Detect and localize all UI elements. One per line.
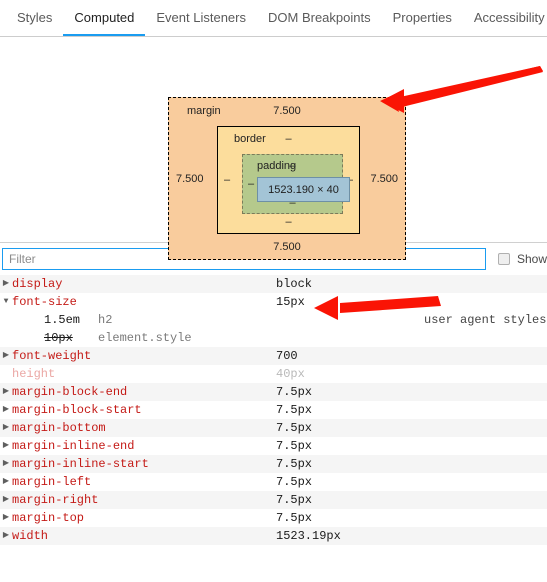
checkbox-icon[interactable] [498, 253, 510, 265]
property-value[interactable]: 700 [276, 349, 298, 363]
box-model-border-left[interactable]: – [224, 174, 230, 186]
property-row-margin-block-end[interactable]: ▶ margin-block-end 7.5px [0, 383, 547, 401]
property-row-margin-right[interactable]: ▶ margin-right 7.5px [0, 491, 547, 509]
chevron-right-icon[interactable]: ▶ [0, 532, 12, 540]
box-model-border-bottom[interactable]: – [218, 216, 359, 228]
box-model-padding-top[interactable]: – [243, 160, 342, 172]
property-row-font-weight[interactable]: ▶ font-weight 700 [0, 347, 547, 365]
property-name: margin-block-end [12, 385, 128, 399]
chevron-right-icon[interactable]: ▶ [0, 460, 12, 468]
property-name: height [12, 367, 56, 381]
box-model-border-top[interactable]: – [218, 133, 359, 145]
property-name: margin-inline-start [12, 457, 149, 471]
tab-computed[interactable]: Computed [63, 0, 146, 36]
box-model-border-region[interactable]: border – – – – padding – – – – 1523.190 … [217, 126, 360, 234]
property-row-margin-left[interactable]: ▶ margin-left 7.5px [0, 473, 547, 491]
tab-label: Styles [17, 9, 53, 25]
property-row-height[interactable]: height 40px [0, 365, 547, 383]
chevron-right-icon[interactable]: ▶ [0, 424, 12, 432]
tab-label: Event Listeners [156, 9, 246, 25]
chevron-placeholder-icon [0, 370, 12, 378]
property-value[interactable]: 7.5px [276, 475, 312, 489]
tab-styles[interactable]: Styles [6, 0, 63, 36]
box-model-margin-right[interactable]: 7.500 [370, 173, 398, 185]
property-value[interactable]: 7.5px [276, 493, 312, 507]
property-name: width [12, 529, 49, 543]
property-row-margin-block-start[interactable]: ▶ margin-block-start 7.5px [0, 401, 547, 419]
devtools-tab-bar: Styles Computed Event Listeners DOM Brea… [0, 0, 547, 37]
property-name: margin-top [12, 511, 85, 525]
property-name: margin-left [12, 475, 92, 489]
property-value[interactable]: 7.5px [276, 457, 312, 471]
property-value[interactable]: 7.5px [276, 421, 312, 435]
property-name: margin-inline-end [12, 439, 135, 453]
tab-properties[interactable]: Properties [382, 0, 463, 36]
font-size-trace-row-0[interactable]: 1.5em h2 user agent stylesheet [0, 311, 547, 329]
tab-dom-breakpoints[interactable]: DOM Breakpoints [257, 0, 382, 36]
property-value[interactable]: 7.5px [276, 439, 312, 453]
box-model-margin-bottom[interactable]: 7.500 [169, 241, 405, 253]
property-row-margin-inline-end[interactable]: ▶ margin-inline-end 7.5px [0, 437, 547, 455]
chevron-right-icon[interactable]: ▶ [0, 514, 12, 522]
property-value[interactable]: 15px [276, 295, 305, 309]
show-all-toggle[interactable]: Show [498, 252, 547, 266]
font-size-trace-row-1[interactable]: 10px element.style [0, 329, 547, 347]
property-name: font-size [12, 295, 77, 309]
box-model-content-region[interactable]: 1523.190 × 40 [257, 177, 350, 202]
property-value[interactable]: block [276, 277, 312, 291]
chevron-right-icon[interactable]: ▶ [0, 406, 12, 414]
property-value[interactable]: 1523.19px [276, 529, 341, 543]
chevron-right-icon[interactable]: ▶ [0, 478, 12, 486]
trace-value: 1.5em [44, 313, 81, 327]
tab-label: Accessibility [473, 9, 545, 25]
box-model-margin-top[interactable]: 7.500 [169, 105, 405, 117]
chevron-right-icon[interactable]: ▶ [0, 280, 12, 288]
chevron-right-icon[interactable]: ▶ [0, 352, 12, 360]
chevron-right-icon[interactable]: ▶ [0, 496, 12, 504]
property-name: margin-right [12, 493, 99, 507]
property-value[interactable]: 7.5px [276, 403, 312, 417]
property-name: margin-bottom [12, 421, 106, 435]
trace-origin[interactable]: user agent stylesheet [424, 313, 547, 327]
computed-properties-list: ▶ display block ▼ font-size 15px 1.5em h… [0, 275, 547, 545]
property-value[interactable]: 40px [276, 367, 305, 381]
property-row-margin-inline-start[interactable]: ▶ margin-inline-start 7.5px [0, 455, 547, 473]
box-model-content-dimensions: 1523.190 × 40 [268, 183, 339, 196]
property-name: margin-block-start [12, 403, 142, 417]
property-row-width[interactable]: ▶ width 1523.19px [0, 527, 547, 545]
property-row-font-size[interactable]: ▼ font-size 15px [0, 293, 547, 311]
property-row-margin-top[interactable]: ▶ margin-top 7.5px [0, 509, 547, 527]
box-model-margin-left[interactable]: 7.500 [176, 173, 204, 185]
box-model-diagram: margin 7.500 7.500 7.500 7.500 border – … [0, 37, 547, 260]
tab-accessibility[interactable]: Accessibility [463, 0, 547, 36]
property-row-margin-bottom[interactable]: ▶ margin-bottom 7.5px [0, 419, 547, 437]
property-value[interactable]: 7.5px [276, 385, 312, 399]
property-value[interactable]: 7.5px [276, 511, 312, 525]
tab-label: DOM Breakpoints [268, 9, 371, 25]
trace-selector: h2 [98, 313, 113, 327]
tab-event-listeners[interactable]: Event Listeners [145, 0, 257, 36]
trace-value: 10px [44, 331, 73, 345]
chevron-right-icon[interactable]: ▶ [0, 442, 12, 450]
tab-label: Properties [392, 9, 452, 25]
box-model-padding-left[interactable]: – [248, 178, 254, 190]
property-name: display [12, 277, 63, 291]
tab-label: Computed [74, 9, 135, 25]
box-model-padding-region[interactable]: padding – – – – 1523.190 × 40 [242, 154, 350, 214]
property-row-display[interactable]: ▶ display block [0, 275, 547, 293]
chevron-right-icon[interactable]: ▶ [0, 388, 12, 396]
chevron-down-icon[interactable]: ▼ [0, 298, 12, 306]
box-model-margin-region[interactable]: margin 7.500 7.500 7.500 7.500 border – … [168, 97, 406, 260]
show-all-label: Show [517, 252, 547, 266]
property-name: font-weight [12, 349, 92, 363]
trace-selector: element.style [98, 331, 192, 345]
